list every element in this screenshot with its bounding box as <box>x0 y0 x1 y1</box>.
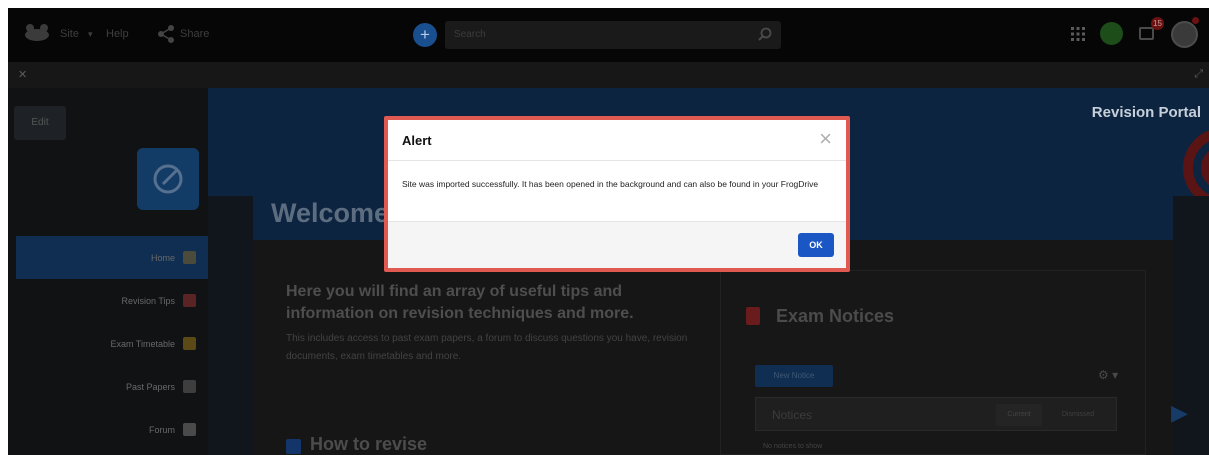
portal-title: Revision Portal <box>1091 104 1201 121</box>
expand-icon[interactable]: ⤢ <box>1194 68 1203 81</box>
dialog-message: Site was imported successfully. It has b… <box>402 179 819 189</box>
sidebar-item-label: Home <box>150 252 175 263</box>
add-button[interactable]: + <box>413 23 437 47</box>
empty-notices-text: No notices to show <box>763 443 823 450</box>
tab-dismissed[interactable]: Dismissed <box>1048 404 1108 426</box>
sidebar-item-forum[interactable]: Forum <box>16 408 208 451</box>
next-arrow-icon[interactable]: ▶ <box>1171 400 1188 426</box>
status-check-icon[interactable] <box>1100 22 1123 45</box>
home-icon <box>183 251 196 264</box>
tab-current[interactable]: Current <box>996 404 1042 426</box>
chevron-down-icon: ▾ <box>88 29 93 39</box>
gear-icon[interactable]: ⚙ ▾ <box>1098 368 1118 382</box>
sidebar-item-label: Past Papers <box>125 381 175 392</box>
exam-notices-title: Exam Notices <box>776 306 895 326</box>
notices-label: Notices <box>772 408 813 422</box>
close-icon[interactable]: ✕ <box>18 68 27 81</box>
sidebar: Edit Home Revision Tips Exam Timetable P… <box>8 88 208 455</box>
top-bar: Site ▾ Help Share + Search 15 <box>8 8 1209 62</box>
papers-icon <box>183 380 196 393</box>
sidebar-item-past-papers[interactable]: Past Papers <box>16 365 208 408</box>
sidebar-item-label: Forum <box>148 424 175 435</box>
pencil-circle-icon <box>153 164 183 194</box>
notice-board-icon <box>746 307 760 325</box>
notification-count-badge: 15 <box>1151 17 1164 30</box>
sidebar-item-home[interactable]: Home <box>16 236 208 279</box>
site-edit-icon <box>137 148 199 210</box>
intro-heading: Here you will find an array of useful ti… <box>286 283 634 322</box>
howto-heading: How to revise <box>310 434 428 454</box>
exam-notices-card: Exam Notices New Notice ⚙ ▾ Notices Curr… <box>720 270 1146 455</box>
notices-filter-bar: Notices Current Dismissed <box>755 397 1117 431</box>
dialog-footer: OK <box>388 221 846 268</box>
alert-dialog: Alert × Site was imported successfully. … <box>384 116 850 272</box>
search-icon[interactable] <box>757 27 773 43</box>
apps-grid-icon[interactable] <box>1070 26 1086 42</box>
new-notice-button[interactable]: New Notice <box>755 365 833 387</box>
intro-text: This includes access to past exam papers… <box>286 333 688 362</box>
sidebar-nav: Home Revision Tips Exam Timetable Past P… <box>16 236 208 451</box>
notepad-icon <box>183 294 196 307</box>
site-menu[interactable]: Site <box>60 28 79 40</box>
sidebar-item-label: Exam Timetable <box>110 338 175 349</box>
avatar[interactable] <box>1171 21 1198 48</box>
app-frame: Site ▾ Help Share + Search 15 ✕ ⤢ Revisi… <box>8 8 1209 455</box>
search-input[interactable]: Search <box>454 29 486 40</box>
welcome-heading: Welcome <box>271 198 390 228</box>
timetable-icon <box>183 337 196 350</box>
sidebar-item-exam-timetable[interactable]: Exam Timetable <box>16 322 208 365</box>
sidebar-item-label: Revision Tips <box>121 295 175 306</box>
dialog-title: Alert <box>402 133 432 148</box>
share-link[interactable]: Share <box>180 28 209 40</box>
edit-button[interactable]: Edit <box>14 106 66 140</box>
dialog-header: Alert × <box>388 120 846 161</box>
window-bar: ✕ ⤢ <box>8 62 1209 88</box>
ok-button[interactable]: OK <box>798 233 834 257</box>
search-field[interactable]: Search <box>445 21 781 49</box>
help-link[interactable]: Help <box>106 28 129 40</box>
forum-icon <box>183 423 196 436</box>
close-icon[interactable]: × <box>819 128 832 150</box>
frog-logo-icon[interactable] <box>22 23 52 43</box>
share-icon[interactable] <box>156 24 176 44</box>
revise-icon <box>286 439 301 454</box>
avatar-status-dot <box>1192 17 1199 24</box>
sidebar-item-revision-tips[interactable]: Revision Tips <box>16 279 208 322</box>
